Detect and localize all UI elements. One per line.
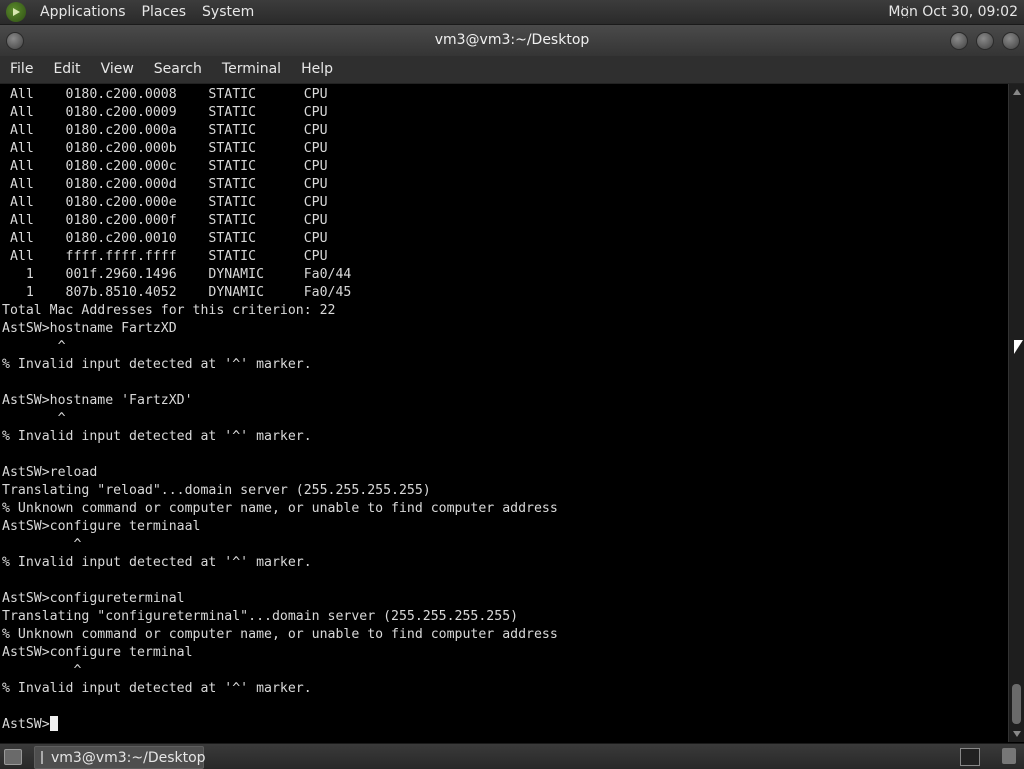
close-button[interactable] bbox=[1002, 32, 1020, 50]
terminal-scrollbar[interactable] bbox=[1008, 84, 1024, 742]
terminal-line: ^ bbox=[2, 663, 82, 678]
terminal-line: ^ bbox=[2, 411, 66, 426]
terminal-line: All 0180.c200.000c STATIC CPU bbox=[2, 159, 328, 174]
taskbar-item-terminal[interactable]: vm3@vm3:~/Desktop bbox=[34, 746, 206, 769]
terminal-line: % Invalid input detected at '^' marker. bbox=[2, 357, 312, 372]
panel-menus: Applications Places System bbox=[6, 0, 262, 24]
menu-terminal[interactable]: Terminal bbox=[212, 56, 291, 83]
top-panel: Applications Places System Mon Oct 30, 0… bbox=[0, 0, 1024, 25]
terminal-line: Total Mac Addresses for this criterion: … bbox=[2, 303, 336, 318]
terminal-line: All 0180.c200.000e STATIC CPU bbox=[2, 195, 328, 210]
mouse-pointer-icon bbox=[1014, 340, 1023, 354]
terminal-line: 1 001f.2960.1496 DYNAMIC Fa0/44 bbox=[2, 267, 352, 282]
menu-help[interactable]: Help bbox=[291, 56, 343, 83]
terminal-line: ^ bbox=[2, 339, 66, 354]
terminal-line: AstSW>configure terminal bbox=[2, 645, 193, 660]
scrollbar-thumb[interactable] bbox=[1012, 684, 1021, 724]
scroll-down-arrow-icon[interactable] bbox=[1013, 731, 1021, 737]
menubar: File Edit View Search Terminal Help bbox=[0, 56, 1024, 84]
terminal-line: All 0180.c200.0010 STATIC CPU bbox=[2, 231, 328, 246]
terminal-line: All 0180.c200.000a STATIC CPU bbox=[2, 123, 328, 138]
terminal-line: All ffff.ffff.ffff STATIC CPU bbox=[2, 249, 328, 264]
show-desktop-icon[interactable] bbox=[4, 749, 22, 765]
terminal-line: Translating "reload"...domain server (25… bbox=[2, 483, 431, 498]
terminal-view[interactable]: All 0180.c200.0008 STATIC CPU All 0180.c… bbox=[0, 84, 1008, 742]
terminal-line: AstSW>hostname FartzXD bbox=[2, 321, 177, 336]
terminal-line: AstSW>configure terminaal bbox=[2, 519, 201, 534]
places-menu[interactable]: Places bbox=[134, 0, 195, 24]
terminal-prompt-line[interactable]: AstSW> bbox=[2, 716, 1008, 734]
menu-edit[interactable]: Edit bbox=[43, 56, 90, 83]
terminal-cursor bbox=[49, 716, 58, 731]
menu-view[interactable]: View bbox=[91, 56, 144, 83]
applications-menu[interactable]: Applications bbox=[32, 0, 134, 24]
terminal-line: All 0180.c200.000b STATIC CPU bbox=[2, 141, 328, 156]
terminal-icon bbox=[41, 751, 43, 764]
scroll-up-arrow-icon[interactable] bbox=[1013, 89, 1021, 95]
trash-icon[interactable] bbox=[1002, 748, 1016, 764]
terminal-output: All 0180.c200.0008 STATIC CPU All 0180.c… bbox=[0, 84, 1008, 734]
terminal-line: Translating "configureterminal"...domain… bbox=[2, 609, 519, 624]
terminal-line: AstSW>configureterminal bbox=[2, 591, 185, 606]
terminal-line: All 0180.c200.000d STATIC CPU bbox=[2, 177, 328, 192]
terminal-prompt: AstSW> bbox=[2, 717, 50, 732]
terminal-line: All 0180.c200.000f STATIC CPU bbox=[2, 213, 328, 228]
distro-logo-icon[interactable] bbox=[6, 2, 26, 22]
terminal-line: % Invalid input detected at '^' marker. bbox=[2, 681, 312, 696]
system-menu[interactable]: System bbox=[194, 0, 262, 24]
terminal-line: ^ bbox=[2, 537, 82, 552]
terminal-line: % Unknown command or computer name, or u… bbox=[2, 627, 558, 642]
minimize-button[interactable] bbox=[950, 32, 968, 50]
terminal-line: % Unknown command or computer name, or u… bbox=[2, 501, 558, 516]
terminal-line: AstSW>reload bbox=[2, 465, 98, 480]
window-menu-button[interactable] bbox=[6, 32, 24, 50]
terminal-line: % Invalid input detected at '^' marker. bbox=[2, 555, 312, 570]
taskbar-item-label: vm3@vm3:~/Desktop bbox=[51, 749, 206, 766]
terminal-line: AstSW>hostname 'FartzXD' bbox=[2, 393, 193, 408]
menu-search[interactable]: Search bbox=[144, 56, 212, 83]
clock[interactable]: Mon Oct 30, 09:02 bbox=[888, 0, 1018, 24]
window-titlebar[interactable]: vm3@vm3:~/Desktop bbox=[0, 25, 1024, 56]
bottom-panel: vm3@vm3:~/Desktop bbox=[0, 743, 1024, 769]
terminal-line: All 0180.c200.0009 STATIC CPU bbox=[2, 105, 328, 120]
workspace-switcher-icon[interactable] bbox=[960, 748, 980, 766]
maximize-button[interactable] bbox=[976, 32, 994, 50]
terminal-line: All 0180.c200.0008 STATIC CPU bbox=[2, 87, 328, 102]
terminal-line: 1 807b.8510.4052 DYNAMIC Fa0/45 bbox=[2, 285, 352, 300]
window-title: vm3@vm3:~/Desktop bbox=[434, 32, 590, 48]
terminal-line: % Invalid input detected at '^' marker. bbox=[2, 429, 312, 444]
menu-file[interactable]: File bbox=[0, 56, 43, 83]
